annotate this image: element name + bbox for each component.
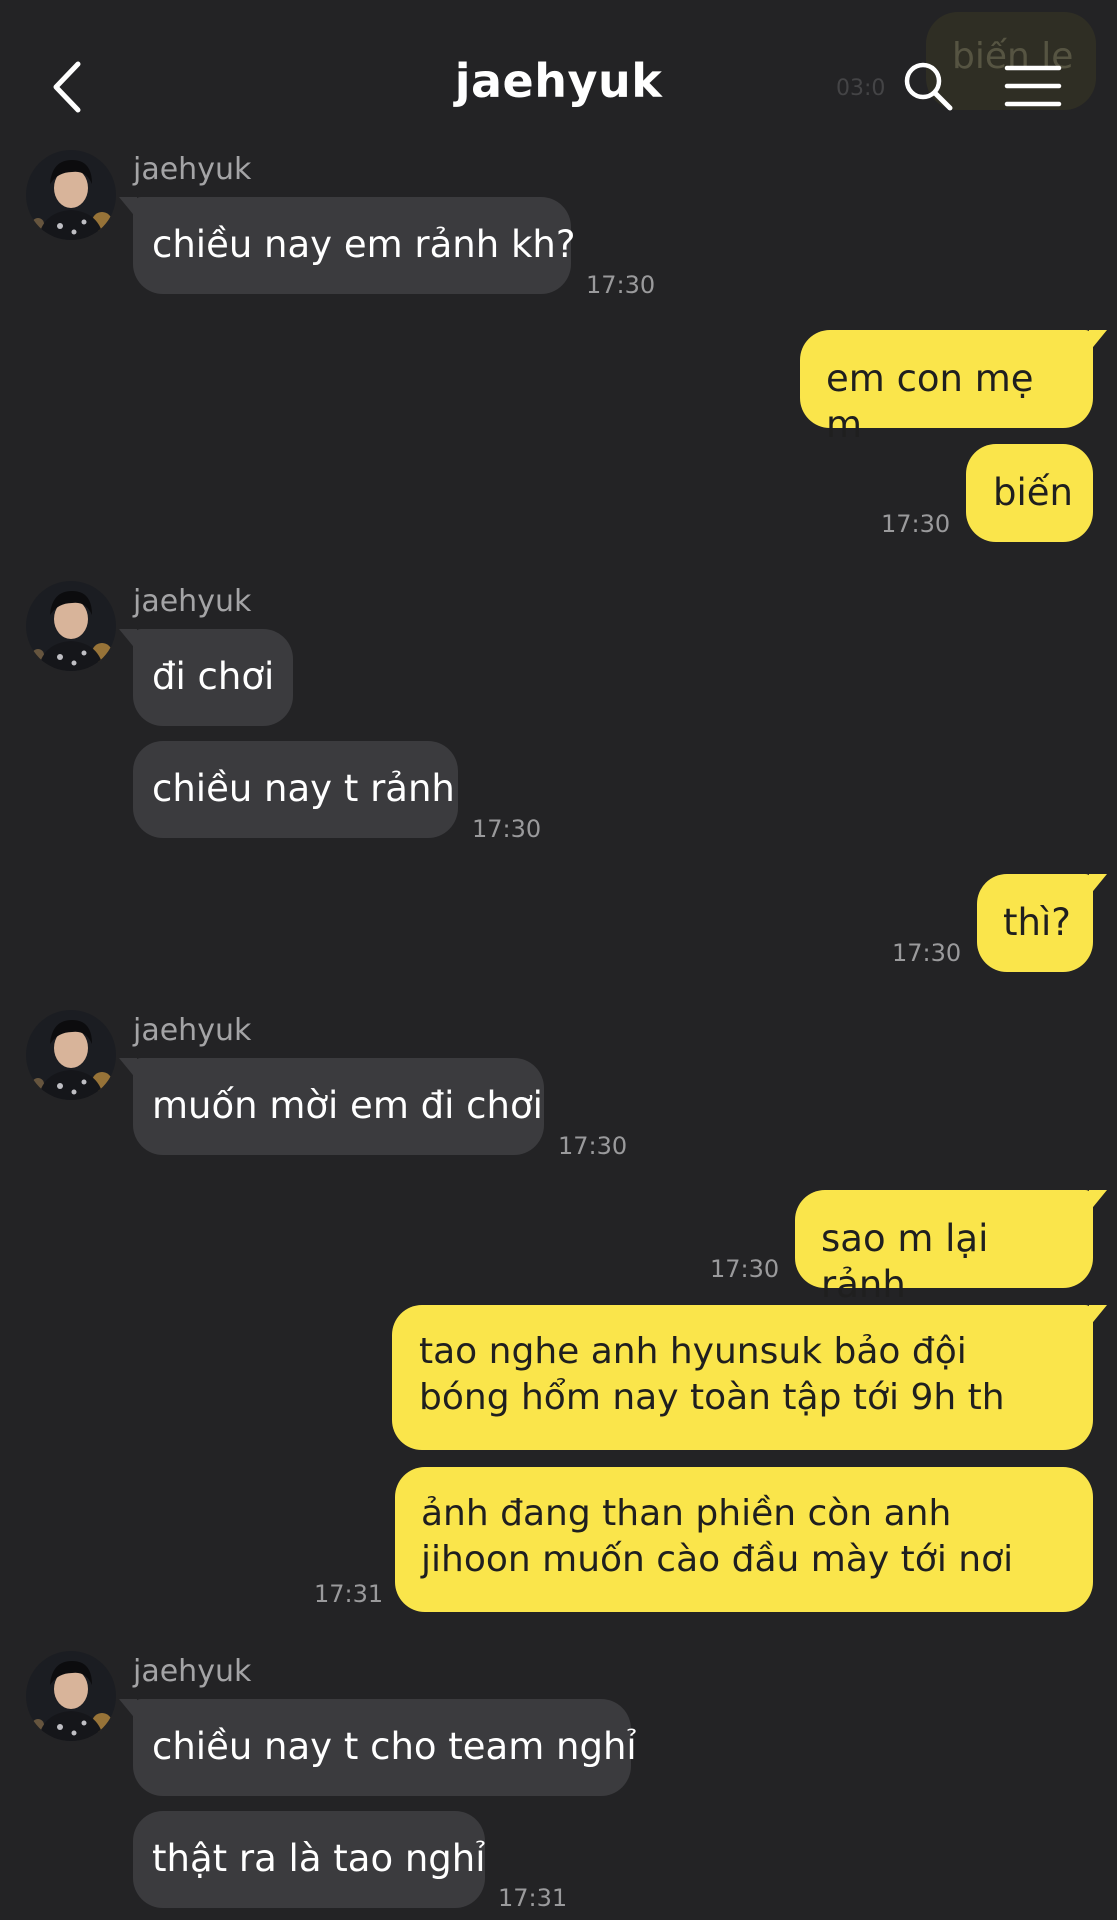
sender-name: jaehyuk [133,1654,252,1689]
message-time: 17:30 [710,1255,780,1283]
hamburger-menu-icon [1004,65,1062,107]
sender-name: jaehyuk [133,584,252,619]
message-time: 17:31 [314,1580,384,1608]
menu-button[interactable] [1004,62,1062,110]
message-bubble-incoming[interactable]: đi chơi [119,629,293,726]
message-time: 17:30 [558,1132,628,1160]
message-text: chiều nay t rảnh [152,767,455,810]
chat-header: biến le 03:0 jaehyuk [0,0,1117,150]
message-bubble-incoming[interactable]: muốn mời em đi chơi [119,1058,544,1155]
message-text: tao nghe anh hyunsuk bảo đội bóng hổm na… [419,1331,1005,1418]
message-text: thì? [1003,901,1071,944]
message-text: sao m lại rảnh [821,1217,989,1306]
message-text: ảnh đang than phiền còn anh jihoon muốn … [421,1493,1014,1580]
message-text: muốn mời em đi chơi [152,1084,543,1127]
message-text: thật ra là tao nghỉ [152,1837,486,1880]
message-bubble-outgoing[interactable]: tao nghe anh hyunsuk bảo đội bóng hổm na… [392,1305,1107,1450]
message-text: chiều nay em rảnh kh? [152,223,576,266]
message-bubble-outgoing[interactable]: sao m lại rảnh [795,1190,1107,1306]
message-time: 17:30 [881,510,951,538]
avatar[interactable] [26,150,116,240]
message-bubble-incoming[interactable]: thật ra là tao nghỉ [133,1811,486,1908]
profile-photo [26,150,116,240]
message-bubble-incoming[interactable]: chiều nay em rảnh kh? [119,197,575,294]
message-time: 17:30 [892,939,962,967]
message-bubble-outgoing[interactable]: biến [966,444,1093,542]
profile-photo [26,581,116,671]
message-time: 17:31 [498,1884,568,1912]
avatar[interactable] [26,1651,116,1741]
message-time: 17:30 [586,271,656,299]
avatar[interactable] [26,1010,116,1100]
message-time: 17:30 [472,815,542,843]
search-button[interactable] [902,60,954,112]
message-bubble-incoming[interactable]: chiều nay t cho team nghỉ [119,1699,637,1796]
message-text: đi chơi [152,655,275,698]
message-bubble-outgoing[interactable]: ảnh đang than phiền còn anh jihoon muốn … [395,1467,1093,1612]
message-text: chiều nay t cho team nghỉ [152,1725,637,1768]
sender-name: jaehyuk [133,152,252,187]
message-bubble-outgoing[interactable]: em con mẹ m [800,330,1107,446]
message-text: biến [993,471,1073,514]
avatar[interactable] [26,581,116,671]
message-bubble-incoming[interactable]: chiều nay t rảnh [133,741,458,838]
profile-photo [26,1651,116,1741]
sender-name: jaehyuk [133,1013,252,1048]
profile-photo [26,1010,116,1100]
message-bubble-outgoing[interactable]: thì? [977,874,1107,972]
message-text: em con mẹ m [826,357,1034,446]
search-icon [904,62,953,111]
